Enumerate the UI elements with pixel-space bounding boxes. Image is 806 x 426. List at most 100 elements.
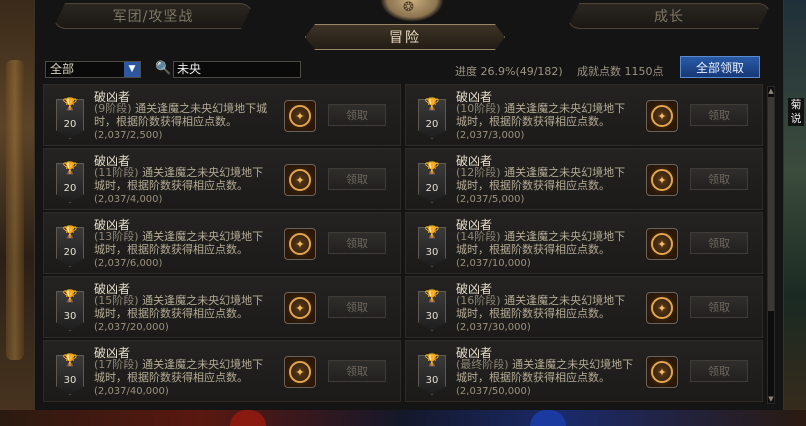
achievement-description: (15阶段) 通关逢魔之未央幻境地下城时，根据阶数获得相应点数。 [94,294,274,320]
trophy-icon: 🏆 [62,353,78,367]
reward-ring: ✦ [289,233,311,255]
scrollbar[interactable]: ▲ ▼ [767,86,775,404]
reward-emblem-icon[interactable]: ✦ [284,356,316,388]
category-select[interactable]: 全部 ▼ [45,61,141,78]
trophy-icon: 🏆 [62,225,78,239]
reward-ring: ✦ [651,233,673,255]
claim-button[interactable]: 领取 [328,104,386,126]
game-bottom-bar [0,410,806,426]
claim-button[interactable]: 领取 [328,360,386,382]
tab-guild-siege[interactable]: 军团/攻坚战 [53,3,253,29]
badge-points: 20 [425,119,439,130]
achievement-progress: (2,037/5,000) [456,194,525,205]
claim-all-button[interactable]: 全部领取 [680,56,760,78]
achievement-card: 🏆 20 破凶者 (13阶段) 通关逢魔之未央幻境地下城时，根据阶数获得相应点数… [43,212,401,274]
achievement-stage: (10阶段) [456,102,501,115]
achievement-card: 🏆 30 破凶者 (15阶段) 通关逢魔之未央幻境地下城时，根据阶数获得相应点数… [43,276,401,338]
trophy-icon: 🏆 [62,161,78,175]
reward-ring: ✦ [651,361,673,383]
badge-points: 30 [425,375,439,386]
trophy-icon: 🏆 [424,97,440,111]
claim-button[interactable]: 领取 [328,232,386,254]
chevron-down-icon[interactable]: ▼ [124,62,140,77]
scroll-up-icon[interactable]: ▲ [768,87,774,95]
reward-emblem-icon[interactable]: ✦ [646,164,678,196]
badge-points: 30 [425,311,439,322]
reward-emblem-icon[interactable]: ✦ [284,100,316,132]
compass-icon: ❂ [403,0,414,15]
achievement-stage: (15阶段) [94,294,139,307]
reward-emblem-icon[interactable]: ✦ [646,292,678,324]
tab-growth[interactable]: 成长 [567,3,771,29]
achievement-progress: (2,037/20,000) [94,322,169,333]
points-text: 成就点数 1150点 [577,65,664,78]
achievement-card: 🏆 30 破凶者 (17阶段) 通关逢魔之未央幻境地下城时，根据阶数获得相应点数… [43,340,401,402]
achievement-stage: (9阶段) [94,102,132,115]
claim-button[interactable]: 领取 [690,168,748,190]
badge-points: 20 [63,119,77,130]
achievement-card: 🏆 30 破凶者 (最终阶段) 通关逢魔之未央幻境地下城时，根据阶数获得相应点数… [405,340,763,402]
achievement-card: 🏆 20 破凶者 (12阶段) 通关逢魔之未央幻境地下城时，根据阶数获得相应点数… [405,148,763,210]
trophy-icon: 🏆 [424,289,440,303]
claim-button[interactable]: 领取 [690,104,748,126]
background-scenery-right: 菊 说 [784,0,806,426]
reward-emblem-icon[interactable]: ✦ [646,356,678,388]
achievement-progress: (2,037/6,000) [94,258,163,269]
achievement-stage: (13阶段) [94,230,139,243]
achievement-progress: (2,037/10,000) [456,258,531,269]
reward-emblem-icon[interactable]: ✦ [284,292,316,324]
claim-button[interactable]: 领取 [328,168,386,190]
hp-orb [230,410,266,426]
achievement-panel: 军团/攻坚战 ❂ 成长 冒险 全部 ▼ 🔍 未央 进度 26.9%(49/182… [34,0,784,410]
background-scenery-left [0,0,34,426]
mp-orb [530,410,566,426]
achievement-description: (最终阶段) 通关逢魔之未央幻境地下城时，根据阶数获得相应点数。 [456,358,636,384]
claim-button[interactable]: 领取 [328,296,386,318]
achievement-card: 🏆 30 破凶者 (14阶段) 通关逢魔之未央幻境地下城时，根据阶数获得相应点数… [405,212,763,274]
achievement-stage: (16阶段) [456,294,501,307]
claim-button[interactable]: 领取 [690,296,748,318]
trophy-icon: 🏆 [424,161,440,175]
achievement-card: 🏆 20 破凶者 (11阶段) 通关逢魔之未央幻境地下城时，根据阶数获得相应点数… [43,148,401,210]
trophy-icon: 🏆 [62,289,78,303]
achievement-description: (17阶段) 通关逢魔之未央幻境地下城时，根据阶数获得相应点数。 [94,358,274,384]
achievement-stage: (14阶段) [456,230,501,243]
achievement-stage: (最终阶段) [456,358,509,371]
tab-adventure[interactable]: 冒险 [305,24,505,50]
badge-points: 20 [63,183,77,194]
side-hint-text: 菊 说 [788,98,804,126]
achievement-progress: (2,037/4,000) [94,194,163,205]
scrollbar-thumb[interactable] [768,97,774,311]
achievement-progress: (2,037/50,000) [456,386,531,397]
badge-points: 20 [63,247,77,258]
scroll-down-icon[interactable]: ▼ [768,395,774,403]
reward-ring: ✦ [651,297,673,319]
achievement-progress: (2,037/3,000) [456,130,525,141]
achievement-progress: (2,037/30,000) [456,322,531,333]
achievement-description: (16阶段) 通关逢魔之未央幻境地下城时，根据阶数获得相应点数。 [456,294,636,320]
reward-emblem-icon[interactable]: ✦ [284,164,316,196]
achievement-progress: (2,037/2,500) [94,130,163,141]
achievement-card: 🏆 20 破凶者 (9阶段) 通关逢魔之未央幻境地下城时，根据阶数获得相应点数。… [43,84,401,146]
reward-emblem-icon[interactable]: ✦ [284,228,316,260]
achievement-progress: (2,037/40,000) [94,386,169,397]
achievement-description: (12阶段) 通关逢魔之未央幻境地下城时，根据阶数获得相应点数。 [456,166,636,192]
category-select-value: 全部 [50,62,75,76]
achievement-description: (14阶段) 通关逢魔之未央幻境地下城时，根据阶数获得相应点数。 [456,230,636,256]
achievement-stage: (11阶段) [94,166,139,179]
achievement-card: 🏆 30 破凶者 (16阶段) 通关逢魔之未央幻境地下城时，根据阶数获得相应点数… [405,276,763,338]
badge-points: 20 [425,183,439,194]
badge-points: 30 [425,247,439,258]
progress-text: 进度 26.9%(49/182) [455,65,563,78]
reward-emblem-icon[interactable]: ✦ [646,228,678,260]
reward-ring: ✦ [651,169,673,191]
trophy-icon: 🏆 [424,353,440,367]
reward-emblem-icon[interactable]: ✦ [646,100,678,132]
search-input[interactable]: 未央 [173,61,301,78]
reward-ring: ✦ [289,169,311,191]
achievement-stage: (17阶段) [94,358,139,371]
achievement-description: (13阶段) 通关逢魔之未央幻境地下城时，根据阶数获得相应点数。 [94,230,274,256]
achievement-list: 🏆 20 破凶者 (9阶段) 通关逢魔之未央幻境地下城时，根据阶数获得相应点数。… [43,84,767,406]
claim-button[interactable]: 领取 [690,232,748,254]
claim-button[interactable]: 领取 [690,360,748,382]
